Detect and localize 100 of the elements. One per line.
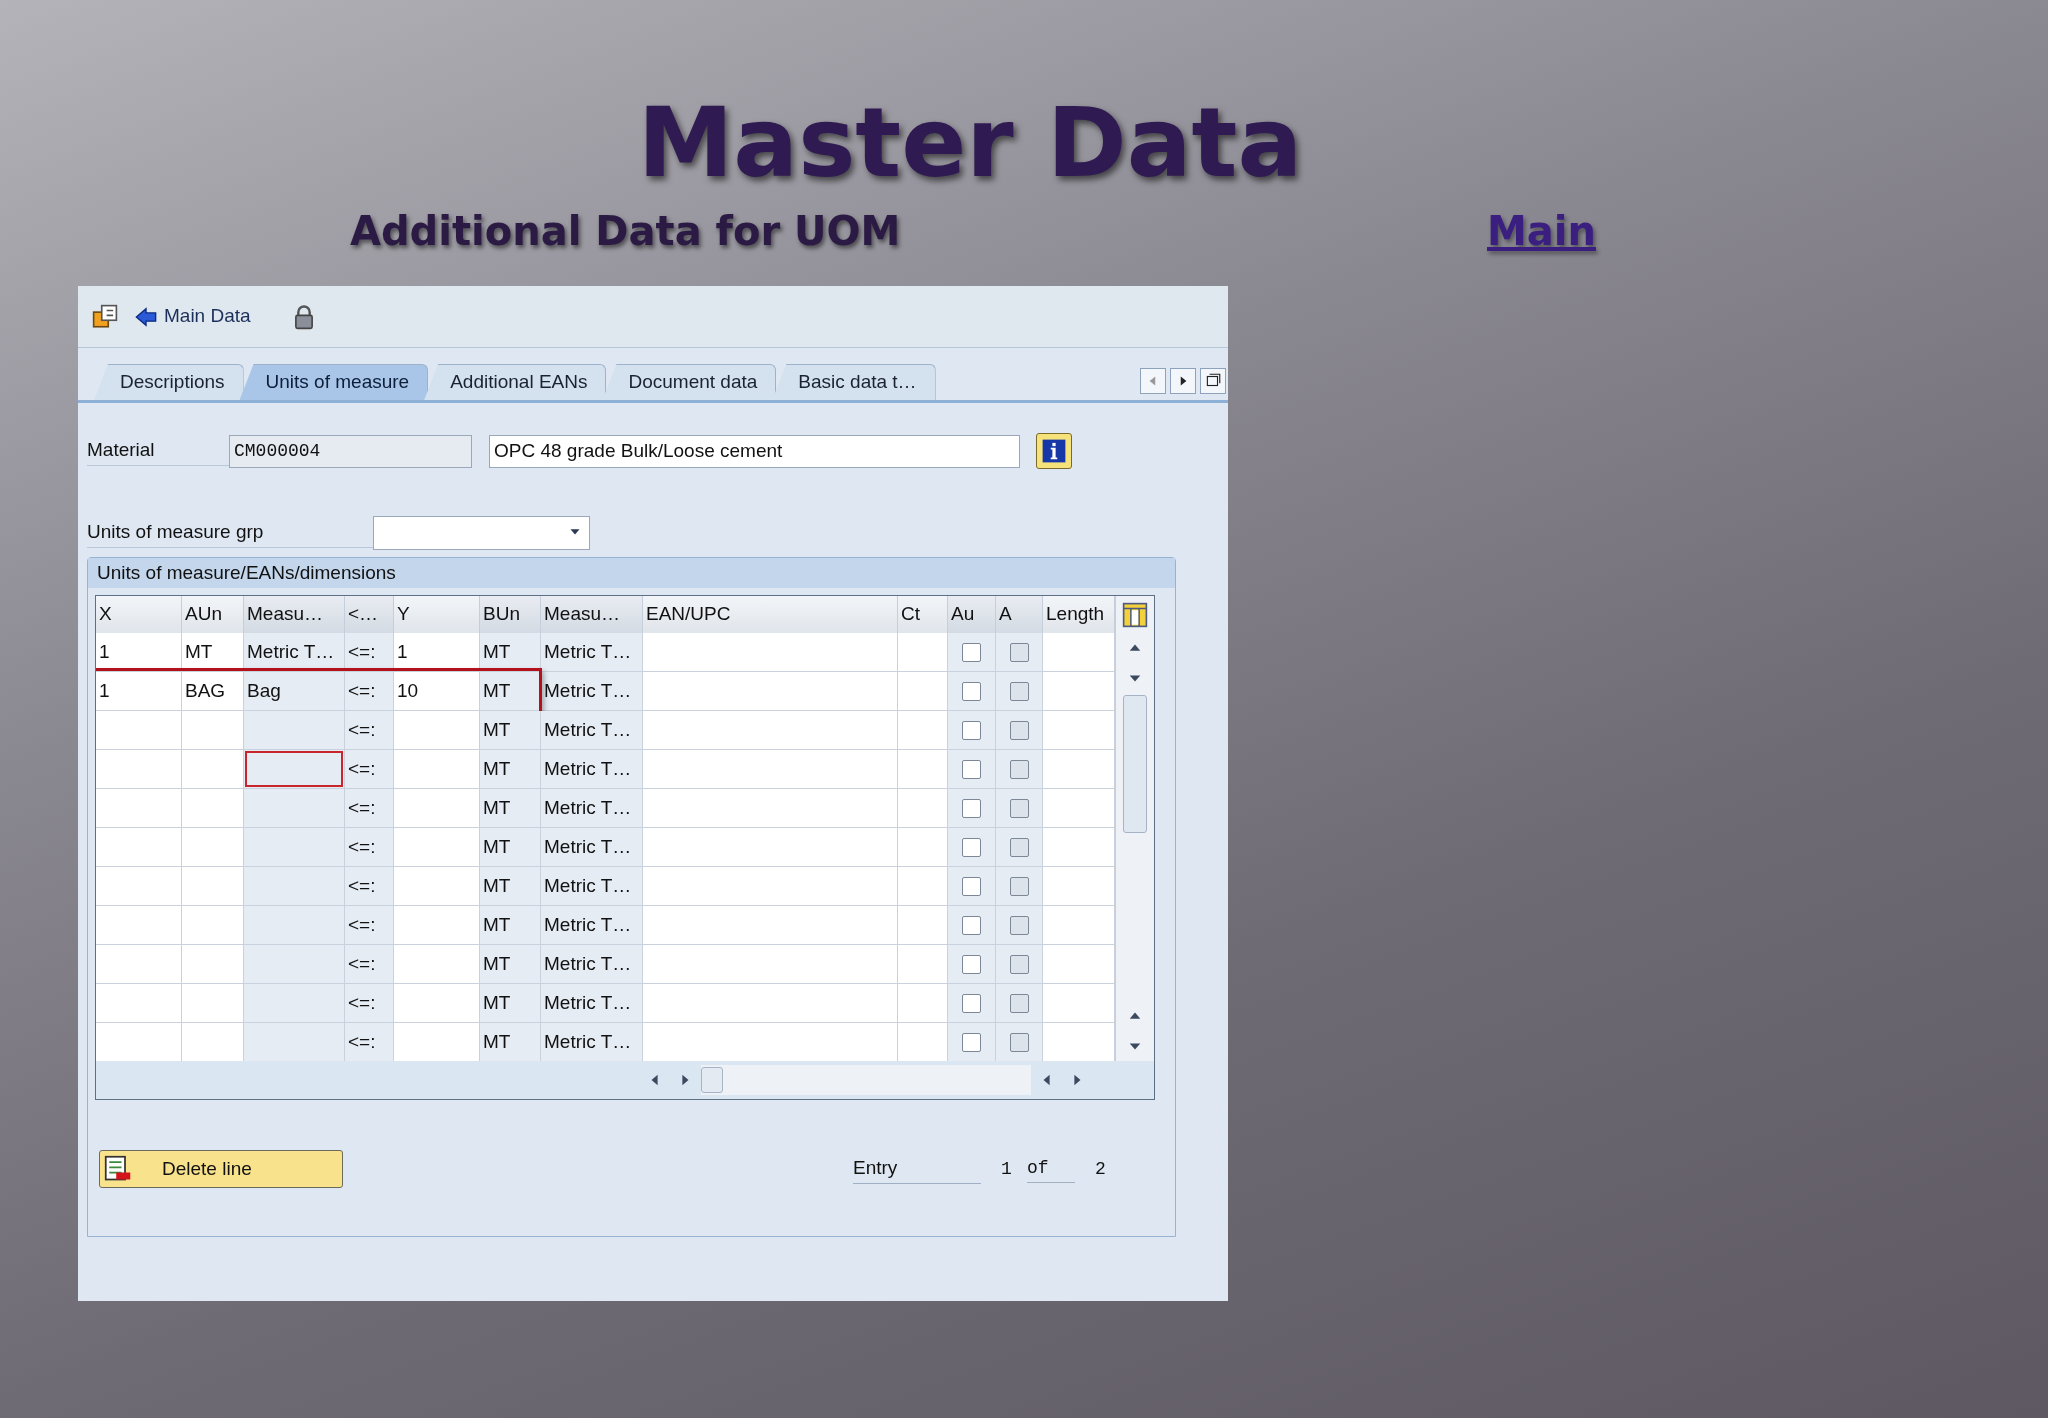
table-cell: MT bbox=[480, 945, 541, 983]
column-header[interactable]: X bbox=[96, 596, 182, 633]
table-cell: Metric T… bbox=[541, 672, 643, 710]
table-cell: MT bbox=[182, 633, 244, 671]
tab[interactable]: Additional EANs bbox=[424, 364, 607, 400]
table-cell: MT bbox=[480, 750, 541, 788]
table-cell: <=: bbox=[345, 906, 394, 944]
table-cell: MT bbox=[480, 789, 541, 827]
checkbox[interactable] bbox=[962, 876, 981, 896]
delete-row-icon bbox=[104, 1155, 132, 1183]
table-cell: <=: bbox=[345, 945, 394, 983]
field-label: Units of measure grp bbox=[87, 518, 373, 548]
table-cell: BAG bbox=[182, 672, 244, 710]
table-cell: Metric T… bbox=[541, 984, 643, 1022]
scroll-thumb[interactable] bbox=[701, 1067, 723, 1093]
scroll-thumb[interactable] bbox=[1123, 695, 1147, 833]
slide-subtitle: Additional Data for UOM bbox=[350, 208, 901, 254]
column-header[interactable]: Measu… bbox=[541, 596, 643, 633]
table-cell: <=: bbox=[345, 1023, 394, 1061]
table-cell: Metric T… bbox=[244, 633, 345, 671]
table-cell: MT bbox=[480, 633, 541, 671]
main-data-button[interactable]: Main Data bbox=[132, 302, 251, 331]
windows-icon bbox=[92, 303, 118, 330]
column-header[interactable]: Measu… bbox=[244, 596, 345, 633]
table-cell: Metric T… bbox=[541, 789, 643, 827]
columns-icon bbox=[1122, 601, 1148, 628]
tab[interactable]: Units of measure bbox=[239, 364, 429, 400]
tab-list-button[interactable] bbox=[1200, 368, 1226, 394]
info-icon bbox=[1041, 438, 1067, 464]
entry-number: 1 bbox=[1001, 1157, 1013, 1181]
entry-label: Entry bbox=[853, 1154, 981, 1184]
table-cell: Metric T… bbox=[541, 633, 643, 671]
checkbox[interactable] bbox=[1009, 837, 1029, 857]
table-cell: Metric T… bbox=[541, 1023, 643, 1061]
table-cell: MT bbox=[480, 1023, 541, 1061]
slide-title: Master Data bbox=[637, 95, 1303, 191]
table-cell: Metric T… bbox=[541, 945, 643, 983]
checkbox[interactable] bbox=[962, 954, 981, 974]
column-header[interactable]: <… bbox=[345, 596, 394, 633]
tab[interactable]: Basic data t… bbox=[772, 364, 936, 400]
column-header[interactable]: Y bbox=[394, 596, 480, 633]
info-button[interactable] bbox=[1036, 433, 1072, 469]
checkbox[interactable] bbox=[1009, 798, 1029, 818]
group-dropdown[interactable] bbox=[373, 516, 590, 550]
checkbox[interactable] bbox=[1009, 642, 1029, 662]
checkbox[interactable] bbox=[962, 642, 981, 662]
table-cell: Metric T… bbox=[541, 906, 643, 944]
column-header[interactable]: BUn bbox=[480, 596, 541, 633]
table-cell: MT bbox=[480, 672, 541, 710]
table-cell: <=: bbox=[345, 789, 394, 827]
entry-of: of bbox=[1027, 1155, 1075, 1183]
column-header[interactable]: Ct bbox=[898, 596, 948, 633]
table-cell: 1 bbox=[394, 633, 480, 671]
tab[interactable]: Descriptions bbox=[94, 364, 244, 400]
table-cell: <=: bbox=[345, 750, 394, 788]
table-cell: 1 bbox=[96, 633, 182, 671]
table-cell: <=: bbox=[345, 867, 394, 905]
table-cell: MT bbox=[480, 984, 541, 1022]
checkbox[interactable] bbox=[1009, 876, 1029, 896]
group-title: Units of measure/EANs/dimensions bbox=[97, 560, 396, 585]
column-header[interactable]: Au bbox=[948, 596, 996, 633]
checkbox[interactable] bbox=[962, 1032, 981, 1052]
checkbox[interactable] bbox=[962, 681, 981, 701]
checkbox[interactable] bbox=[1009, 954, 1029, 974]
checkbox[interactable] bbox=[1009, 720, 1029, 740]
column-header[interactable]: A bbox=[996, 596, 1043, 633]
checkbox[interactable] bbox=[1009, 1032, 1029, 1052]
table-cell: MT bbox=[480, 906, 541, 944]
table-cell: <=: bbox=[345, 672, 394, 710]
checkbox[interactable] bbox=[962, 720, 981, 740]
checkbox[interactable] bbox=[962, 993, 981, 1013]
checkbox[interactable] bbox=[1009, 993, 1029, 1013]
checkbox[interactable] bbox=[1009, 915, 1029, 935]
table-cell: <=: bbox=[345, 711, 394, 749]
delete-line-button[interactable]: Delete line bbox=[99, 1150, 343, 1188]
table-cell: Metric T… bbox=[541, 750, 643, 788]
table-cell: <=: bbox=[345, 828, 394, 866]
checkbox[interactable] bbox=[962, 915, 981, 935]
table-cell: Metric T… bbox=[541, 828, 643, 866]
column-header[interactable]: Length bbox=[1043, 596, 1115, 633]
table-cell: Metric T… bbox=[541, 867, 643, 905]
tab-right-button[interactable] bbox=[1170, 368, 1196, 394]
checkbox[interactable] bbox=[1009, 681, 1029, 701]
description-field[interactable]: OPC 48 grade Bulk/Loose cement bbox=[489, 434, 1020, 468]
column-header[interactable]: AUn bbox=[182, 596, 244, 633]
checkbox[interactable] bbox=[1009, 759, 1029, 779]
table-cell: MT bbox=[480, 828, 541, 866]
table-cell: MT bbox=[480, 711, 541, 749]
entry-total: 2 bbox=[1095, 1157, 1106, 1181]
column-header[interactable]: EAN/UPC bbox=[643, 596, 898, 633]
material-field[interactable]: CM000004 bbox=[229, 434, 472, 468]
tab[interactable]: Document data bbox=[602, 364, 777, 400]
checkbox[interactable] bbox=[962, 759, 981, 779]
table-cell: Bag bbox=[244, 672, 345, 710]
table-cell: MT bbox=[480, 867, 541, 905]
checkbox[interactable] bbox=[962, 798, 981, 818]
table-cell: 1 bbox=[96, 672, 182, 710]
table-cell: <=: bbox=[345, 633, 394, 671]
checkbox[interactable] bbox=[962, 837, 981, 857]
table-cell: 10 bbox=[394, 672, 480, 710]
